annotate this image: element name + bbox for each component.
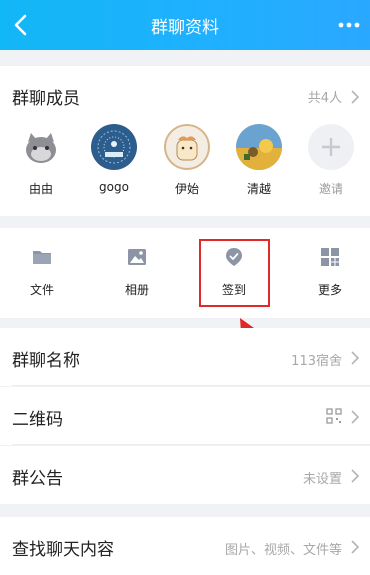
chevron-right-icon — [351, 469, 360, 483]
more-label: 更多 — [317, 283, 342, 297]
highlight-box — [199, 239, 270, 307]
qrcode-row[interactable]: 二维码 — [0, 387, 370, 445]
qrcode-label: 二维码 — [12, 410, 63, 430]
announcement-label: 群公告 — [12, 469, 63, 489]
search-chat-label: 查找聊天内容 — [12, 540, 114, 560]
chevron-right-icon — [351, 351, 360, 365]
member-name: gogo — [99, 180, 129, 194]
member-item[interactable]: 清越 — [226, 124, 292, 197]
members-count[interactable]: 共4人 — [308, 87, 342, 106]
divider — [12, 444, 370, 445]
album-button[interactable]: 相册 — [97, 246, 177, 298]
search-chat-row[interactable]: 查找聊天内容 图片、视频、文件等 — [0, 517, 370, 575]
member-item[interactable]: gogo — [81, 124, 147, 194]
avatar — [91, 124, 137, 170]
files-label: 文件 — [29, 283, 54, 297]
group-features: 文件 相册 签到 更多 — [0, 228, 370, 318]
chevron-right-icon[interactable] — [350, 89, 360, 105]
group-name-value: 113宿舍 — [291, 354, 342, 369]
members-title: 群聊成员 — [12, 89, 80, 109]
member-name: 清越 — [246, 182, 271, 196]
page-title: 群聊资料 — [151, 18, 219, 38]
files-button[interactable]: 文件 — [2, 246, 82, 298]
chevron-right-icon — [351, 540, 360, 554]
group-name-label: 群聊名称 — [12, 351, 80, 371]
top-bar: 群聊资料 — [0, 0, 370, 50]
avatar — [18, 124, 64, 170]
grid-icon — [321, 248, 339, 266]
avatar — [236, 124, 282, 170]
add-icon — [308, 124, 354, 170]
announcement-value: 未设置 — [302, 472, 342, 487]
more-features-button[interactable]: 更多 — [290, 246, 370, 298]
folder-icon — [33, 251, 51, 264]
group-members-section: 群聊成员 共4人 由由 gogo 伊始 清越 邀请 — [0, 66, 370, 216]
member-item[interactable]: 伊始 — [154, 124, 220, 197]
member-name: 伊始 — [174, 182, 199, 196]
album-label: 相册 — [124, 283, 149, 297]
invite-member-button[interactable]: 邀请 — [298, 124, 364, 197]
invite-label: 邀请 — [318, 182, 343, 196]
announcement-row[interactable]: 群公告 未设置 — [0, 446, 370, 504]
photo-icon — [128, 249, 146, 265]
divider — [12, 385, 370, 386]
avatar — [164, 124, 210, 170]
group-name-row[interactable]: 群聊名称 113宿舍 — [0, 328, 370, 386]
search-chat-value: 图片、视频、文件等 — [224, 543, 342, 558]
more-dots-icon[interactable] — [336, 14, 362, 36]
member-name: 由由 — [28, 182, 53, 196]
qrcode-icon — [326, 408, 342, 424]
member-item[interactable]: 由由 — [8, 124, 74, 197]
chevron-right-icon — [351, 410, 360, 424]
